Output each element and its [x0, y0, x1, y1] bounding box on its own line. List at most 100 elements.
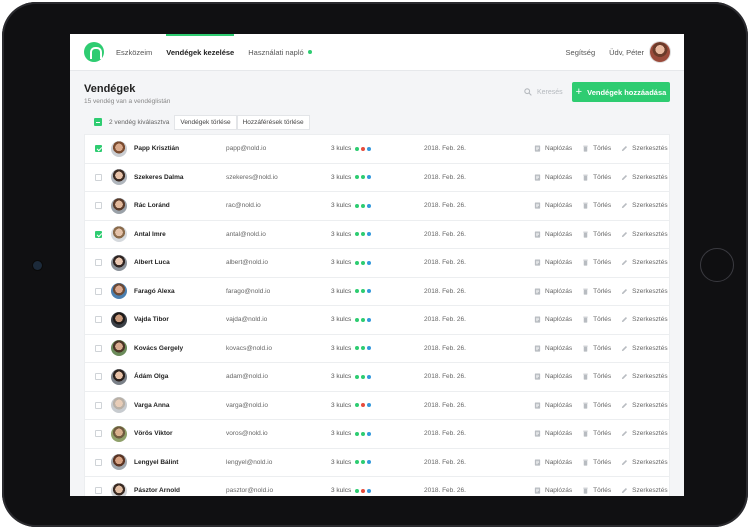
delete-button[interactable]: Törlés [582, 231, 611, 238]
edit-button[interactable]: Szerkesztés [621, 345, 668, 352]
edit-label: Szerkesztés [632, 430, 668, 438]
add-guests-button[interactable]: + Vendégek hozzáadása [572, 82, 670, 102]
delete-guests-button[interactable]: Vendégek törlése [174, 114, 237, 130]
edit-button[interactable]: Szerkesztés [621, 259, 668, 266]
delete-button[interactable]: Törlés [582, 316, 611, 323]
row-checkbox[interactable] [95, 202, 102, 210]
log-button[interactable]: Naplózás [534, 402, 572, 409]
guest-name[interactable]: Antal Imre [134, 231, 226, 238]
guest-name[interactable]: Kovács Gergely [134, 345, 226, 352]
delete-button[interactable]: Törlés [582, 430, 611, 437]
table-row[interactable]: Ádám Olga adam@nold.io 3 kulcs 2018. Feb. 2… [85, 363, 669, 392]
search-input[interactable]: Keresés [524, 88, 563, 96]
log-button[interactable]: Naplózás [534, 202, 572, 209]
delete-button[interactable]: Törlés [582, 145, 611, 152]
guest-name[interactable]: Papp Krisztián [134, 145, 226, 152]
row-checkbox[interactable] [95, 430, 102, 438]
nav-item-devices[interactable]: Eszközeim [116, 34, 152, 71]
log-icon [534, 316, 541, 323]
edit-button[interactable]: Szerkesztés [621, 430, 668, 438]
delete-button[interactable]: Törlés [582, 288, 611, 295]
table-row[interactable]: Varga Anna varga@nold.io 3 kulcs 2018. Feb.… [85, 392, 669, 420]
help-link[interactable]: Segítség [566, 48, 596, 57]
delete-access-button[interactable]: Hozzáférések törlése [236, 114, 310, 130]
guest-name[interactable]: Varga Anna [134, 402, 226, 409]
edit-button[interactable]: Szerkesztés [621, 316, 668, 323]
greeting[interactable]: Üdv, Péter [609, 48, 644, 57]
log-button[interactable]: Naplózás [534, 373, 572, 380]
search-icon [524, 88, 532, 96]
table-row[interactable]: Szekeres Dalma szekeres@nold.io 3 kulcs 201… [85, 164, 669, 192]
edit-button[interactable]: Szerkesztés [621, 174, 668, 181]
table-row[interactable]: Lengyel Bálint lengyel@nold.io 3 kulcs 2018… [85, 449, 669, 477]
guest-name[interactable]: Albert Luca [134, 259, 226, 266]
edit-button[interactable]: Szerkesztés [621, 373, 668, 380]
delete-button[interactable]: Törlés [582, 402, 611, 409]
log-button[interactable]: Naplózás [534, 174, 572, 181]
log-button[interactable]: Naplózás [534, 288, 572, 295]
log-button[interactable]: Naplózás [534, 487, 572, 494]
app-logo[interactable] [84, 42, 104, 62]
nav-item-usage-log[interactable]: Használati napló [248, 34, 312, 71]
delete-button[interactable]: Törlés [582, 202, 611, 209]
log-button[interactable]: Naplózás [534, 430, 572, 437]
log-button[interactable]: Naplózás [534, 259, 572, 266]
key-status-dot [355, 346, 360, 351]
table-row[interactable]: Faragó Alexa farago@nold.io 3 kulcs 2018. F… [85, 278, 669, 306]
edit-button[interactable]: Szerkesztés [621, 459, 668, 466]
table-row[interactable]: Antal Imre antal@nold.io 3 kulcs 2018. Feb.… [85, 221, 669, 249]
avatar[interactable] [650, 42, 670, 62]
log-button[interactable]: Naplózás [534, 345, 572, 352]
guest-name[interactable]: Lengyel Bálint [134, 459, 226, 466]
table-row[interactable]: Pásztor Arnold pasztor@nold.io 3 kulcs 2018… [85, 477, 669, 496]
key-status-dot [355, 175, 360, 180]
delete-button[interactable]: Törlés [582, 345, 611, 352]
table-row[interactable]: Albert Luca albert@nold.io 3 kulcs 2018. Fe… [85, 249, 669, 278]
log-button[interactable]: Naplózás [534, 459, 572, 466]
edit-button[interactable]: Szerkesztés [621, 288, 668, 295]
delete-button[interactable]: Törlés [582, 373, 611, 380]
row-checkbox[interactable] [95, 401, 102, 409]
log-button[interactable]: Naplózás [534, 145, 572, 152]
row-actions: Naplózás Törlés Szerkesztés [524, 345, 668, 352]
row-checkbox[interactable] [95, 458, 102, 466]
guest-name[interactable]: Szekeres Dalma [134, 174, 226, 181]
delete-button[interactable]: Törlés [582, 487, 611, 494]
table-row[interactable]: Vajda Tibor vajda@nold.io 3 kulcs 2018. Feb… [85, 306, 669, 335]
edit-button[interactable]: Szerkesztés [621, 202, 668, 209]
guest-name[interactable]: Faragó Alexa [134, 288, 226, 295]
guest-keys: 3 kulcs [331, 402, 424, 409]
guest-name[interactable]: Pásztor Arnold [134, 487, 226, 494]
delete-button[interactable]: Törlés [582, 259, 611, 266]
guest-name[interactable]: Ádám Olga [134, 373, 226, 380]
delete-button[interactable]: Törlés [582, 174, 611, 181]
row-checkbox[interactable] [95, 316, 102, 324]
guest-name[interactable]: Vajda Tibor [134, 316, 226, 323]
row-checkbox[interactable] [95, 487, 102, 495]
guest-name[interactable]: Vörös Viktor [134, 430, 226, 437]
row-checkbox[interactable] [95, 173, 102, 181]
log-button[interactable]: Naplózás [534, 231, 572, 238]
table-row[interactable]: Kovács Gergely kovacs@nold.io 3 kulcs 2018.… [85, 335, 669, 363]
edit-button[interactable]: Szerkesztés [621, 145, 668, 152]
log-label: Naplózás [545, 316, 573, 324]
nav-item-guests[interactable]: Vendégek kezelése [166, 34, 234, 71]
row-checkbox[interactable] [95, 230, 102, 238]
row-checkbox[interactable] [95, 145, 102, 153]
row-checkbox[interactable] [95, 287, 102, 295]
edit-button[interactable]: Szerkesztés [621, 487, 668, 494]
row-checkbox[interactable] [95, 259, 102, 267]
row-checkbox[interactable] [95, 373, 102, 381]
row-checkbox[interactable] [95, 344, 102, 352]
delete-button[interactable]: Törlés [582, 459, 611, 466]
home-button[interactable] [700, 248, 734, 282]
guest-name[interactable]: Rác Loránd [134, 202, 226, 209]
table-row[interactable]: Rác Loránd rac@nold.io 3 kulcs 2018. Feb. 2… [85, 192, 669, 221]
edit-button[interactable]: Szerkesztés [621, 402, 668, 409]
row-actions: Naplózás Törlés Szerkesztés [524, 430, 668, 437]
edit-button[interactable]: Szerkesztés [621, 231, 668, 238]
table-row[interactable]: Vörös Viktor voros@nold.io 3 kulcs 2018. Fe… [85, 420, 669, 449]
select-all-checkbox[interactable] [94, 118, 102, 126]
log-button[interactable]: Naplózás [534, 316, 572, 323]
table-row[interactable]: Papp Krisztián papp@nold.io 3 kulcs 2018. F… [85, 135, 669, 164]
